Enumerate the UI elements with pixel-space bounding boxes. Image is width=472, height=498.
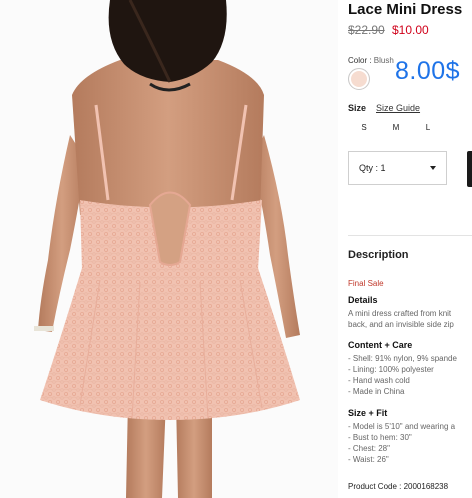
quantity-label: Qty : 1 xyxy=(359,163,386,173)
size-fit-heading: Size + Fit xyxy=(348,408,388,418)
sale-price: $10.00 xyxy=(392,23,429,37)
color-value: Blush xyxy=(373,56,394,65)
content-line: - Made in China xyxy=(348,387,405,396)
fit-line: - Waist: 26" xyxy=(348,455,389,464)
details-heading: Details xyxy=(348,295,378,305)
product-info-panel: Lace Mini Dress $22.90 $10.00 Color : Bl… xyxy=(348,0,472,498)
final-sale-label: Final Sale xyxy=(348,279,384,288)
product-photo xyxy=(0,0,338,498)
fit-line: - Bust to hem: 30" xyxy=(348,433,412,442)
details-line: back, and an invisible side zip xyxy=(348,320,454,329)
size-options: S M L xyxy=(348,123,444,132)
quantity-select[interactable]: Qty : 1 xyxy=(348,151,447,185)
chevron-down-icon xyxy=(430,166,436,170)
content-care-heading: Content + Care xyxy=(348,340,413,350)
color-swatch-blush[interactable] xyxy=(348,68,370,90)
product-code: Product Code : 2000168238 xyxy=(348,482,449,491)
size-option-m[interactable]: M xyxy=(380,123,412,132)
original-price: $22.90 xyxy=(348,23,385,37)
size-option-s[interactable]: S xyxy=(348,123,380,132)
size-guide-link[interactable]: Size Guide xyxy=(376,103,420,113)
description-heading[interactable]: Description xyxy=(348,249,409,261)
add-to-bag-button[interactable] xyxy=(467,151,472,187)
details-line: A mini dress crafted from knit xyxy=(348,309,452,318)
overlay-price: 8.00$ xyxy=(395,57,461,85)
content-line: - Lining: 100% polyester xyxy=(348,365,434,374)
size-label: Size xyxy=(348,103,367,113)
dress-back-image xyxy=(34,0,300,498)
fit-line: - Chest: 28" xyxy=(348,444,390,453)
color-label: Color : Blush xyxy=(348,56,394,65)
product-title: Lace Mini Dress xyxy=(348,1,463,18)
content-line: - Shell: 91% nylon, 9% spande xyxy=(348,354,457,363)
content-line: - Hand wash cold xyxy=(348,376,410,385)
fit-line: - Model is 5'10" and wearing a xyxy=(348,422,456,431)
color-label-text: Color : xyxy=(348,56,372,65)
divider xyxy=(348,235,472,236)
size-option-l[interactable]: L xyxy=(412,123,444,132)
